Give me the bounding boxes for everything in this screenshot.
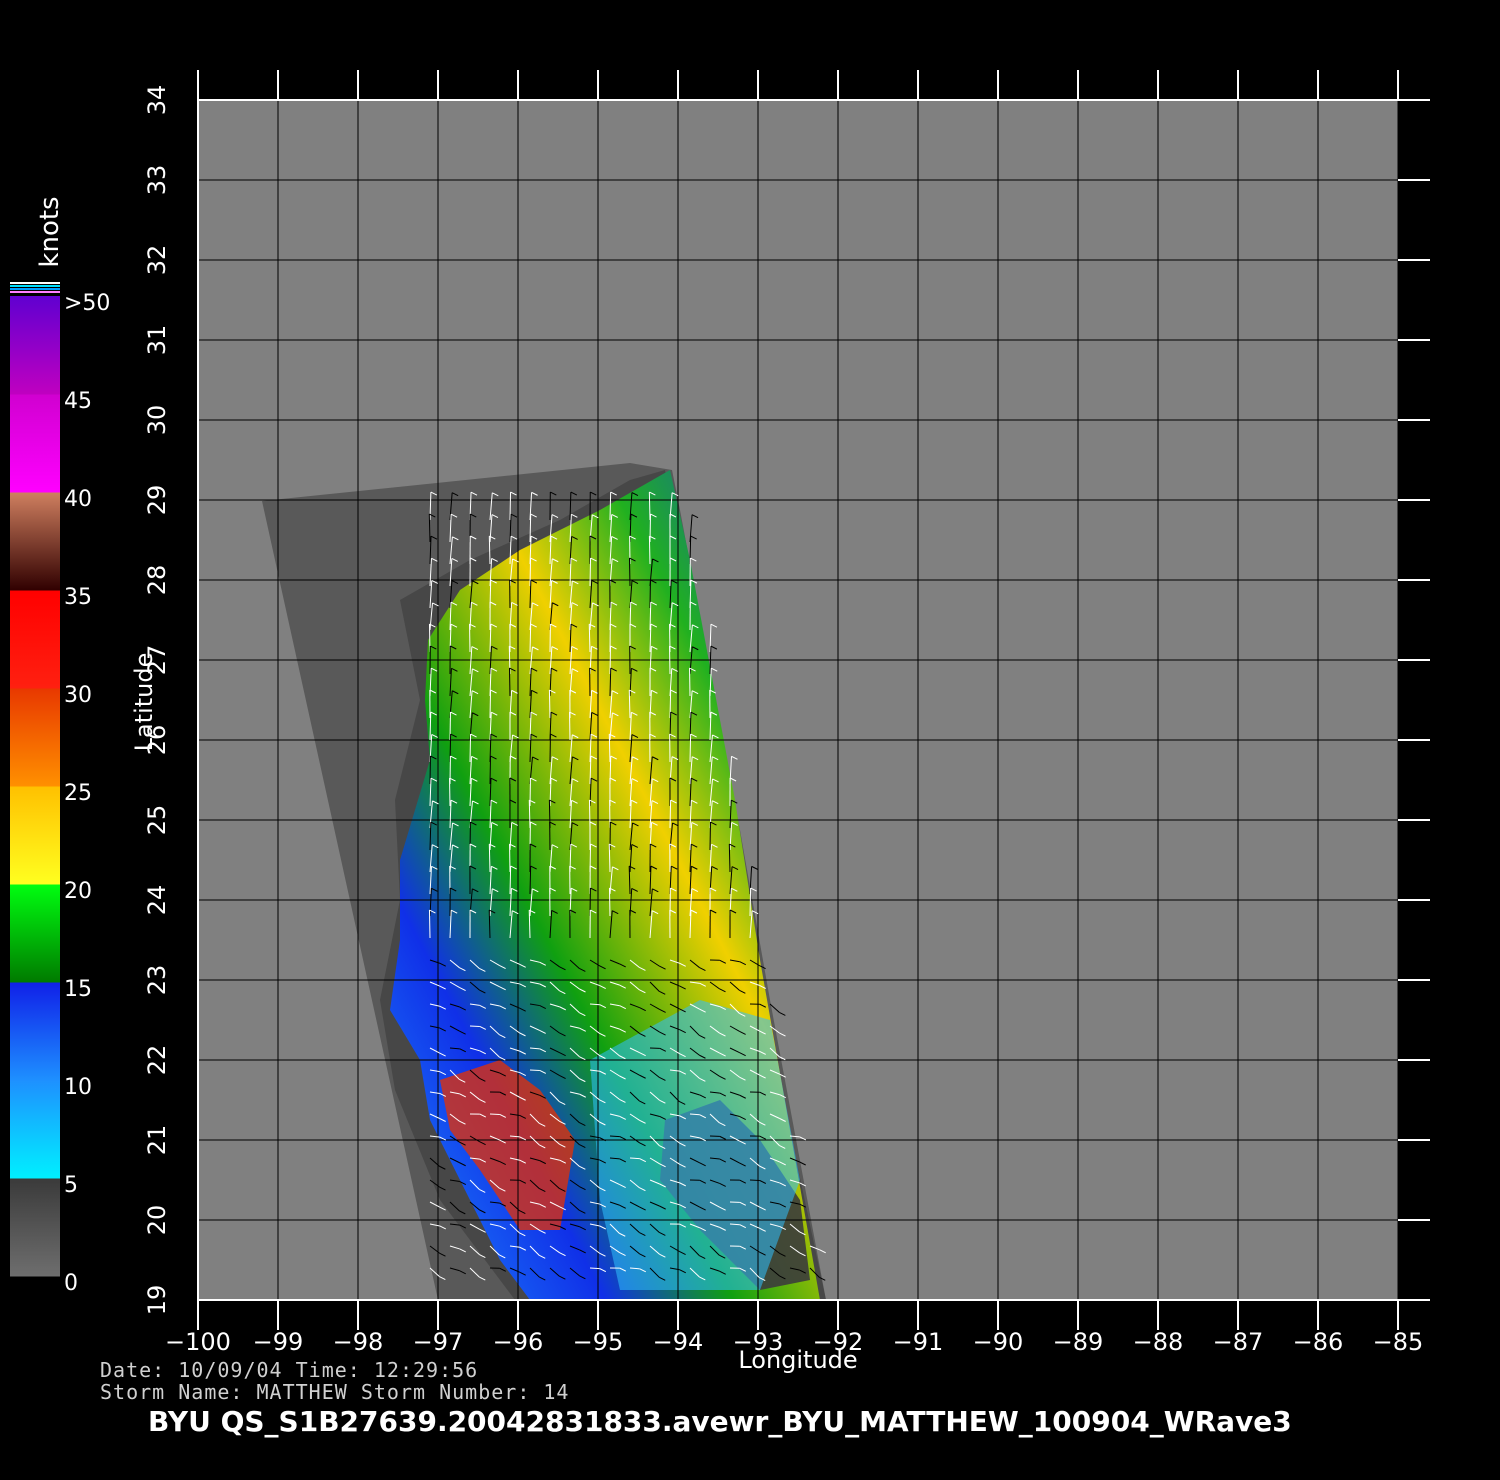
wind-barb	[648, 492, 651, 521]
y-tick-label: 22	[143, 1045, 171, 1076]
colorbar-label: >50	[64, 291, 110, 316]
x-tick-label: −87	[1213, 1328, 1264, 1356]
data-filename: BYU QS_S1B27639.20042831833.avewr_BYU_MA…	[148, 1405, 1292, 1438]
y-tick-label: 20	[143, 1205, 171, 1236]
colorbar-band	[10, 982, 60, 1081]
x-tick-label: −96	[493, 1328, 544, 1356]
y-tick-label: 21	[143, 1125, 171, 1156]
wind-barb	[529, 624, 532, 653]
x-tick-label: −98	[333, 1328, 384, 1356]
colorbar-unit-label: knots	[35, 196, 65, 267]
x-axis-label: Longitude	[738, 1346, 857, 1374]
wind-barb	[509, 866, 512, 895]
colorbar-band	[10, 394, 60, 493]
wind-barb	[728, 844, 731, 873]
x-tick-label: −90	[973, 1328, 1024, 1356]
colorbar-label: 45	[64, 389, 92, 414]
colorbar-band	[10, 786, 60, 885]
colorbar-cap-stripe	[10, 291, 60, 293]
colorbar-band	[10, 884, 60, 983]
date-time-info: Date: 10/09/04 Time: 12:29:56	[100, 1358, 479, 1382]
colorbar-band	[10, 1080, 60, 1179]
x-tick-label: −100	[165, 1328, 231, 1356]
y-axis-label: Latitude	[130, 653, 158, 752]
colorbar-cap-stripe	[10, 282, 60, 284]
y-tick-label: 29	[143, 485, 171, 516]
colorbar: >50 45 40 35 30 25 20 15 10 5 0	[10, 282, 110, 1296]
colorbar-label: 15	[64, 977, 92, 1002]
wind-barb	[589, 1267, 600, 1270]
wind-barb	[488, 844, 491, 873]
y-tick-label: 25	[143, 805, 171, 836]
wind-barb	[509, 492, 512, 521]
y-tick-label: 24	[143, 885, 171, 916]
x-tick-label: −94	[653, 1328, 704, 1356]
colorbar-band	[10, 296, 60, 395]
wind-barb	[508, 668, 511, 697]
y-tick-label: 23	[143, 965, 171, 996]
colorbar-label: 25	[64, 781, 92, 806]
x-tick-label: −95	[573, 1328, 624, 1356]
wind-barb	[628, 558, 631, 587]
colorbar-label: 30	[64, 683, 92, 708]
wind-barb	[609, 1135, 620, 1138]
storm-info: Storm Name: MATTHEW Storm Number: 14	[100, 1380, 570, 1404]
colorbar-band	[10, 590, 60, 689]
wind-barb	[488, 536, 491, 565]
wind-barb	[589, 558, 592, 587]
wind-barb	[529, 866, 532, 895]
y-tick-label: 34	[143, 85, 171, 116]
x-tick-label: −99	[253, 1328, 304, 1356]
colorbar-label: 10	[64, 1075, 92, 1100]
wind-barb	[489, 690, 492, 719]
y-tick-label: 31	[143, 325, 171, 356]
x-tick-label: −91	[893, 1328, 944, 1356]
y-tick-label: 19	[143, 1285, 171, 1316]
colorbar-cap-stripe	[10, 288, 60, 290]
x-tick-label: −88	[1133, 1328, 1184, 1356]
wind-barb	[548, 690, 551, 719]
y-tick-label: 30	[143, 405, 171, 436]
wind-barb	[749, 1179, 760, 1182]
wind-barb	[649, 514, 652, 543]
colorbar-band	[10, 492, 60, 591]
x-tick-label: −86	[1293, 1328, 1344, 1356]
wind-barb	[689, 734, 692, 763]
y-tick-label: 32	[143, 245, 171, 276]
wind-barb	[629, 1157, 640, 1160]
weak-wind-band	[590, 1000, 800, 1290]
wind-barb	[608, 888, 611, 917]
wind-barb	[749, 888, 752, 917]
colorbar-label: 20	[64, 879, 92, 904]
wind-barb	[428, 910, 431, 939]
wind-barb	[469, 734, 472, 763]
colorbar-cap-stripe	[10, 285, 60, 287]
y-tick-label: 33	[143, 165, 171, 196]
colorbar-label: 40	[64, 487, 92, 512]
x-tick-label: −89	[1053, 1328, 1104, 1356]
colorbar-band	[10, 688, 60, 787]
wind-barb	[428, 514, 431, 543]
y-tick-label: 28	[143, 565, 171, 596]
x-tick-label: −85	[1373, 1328, 1424, 1356]
wind-map: −100 −99 −98 −97 −96 −95 −94 −93 −92 −91 −90 −89 −88…	[10, 70, 1430, 1374]
colorbar-label: 35	[64, 585, 92, 610]
colorbar-label: 5	[64, 1173, 78, 1198]
colorbar-band	[10, 1178, 60, 1277]
wind-barb	[609, 492, 612, 521]
wind-barb	[648, 536, 651, 565]
x-tick-label: −97	[413, 1328, 464, 1356]
wind-barb	[669, 800, 672, 829]
colorbar-label: 0	[64, 1271, 78, 1296]
